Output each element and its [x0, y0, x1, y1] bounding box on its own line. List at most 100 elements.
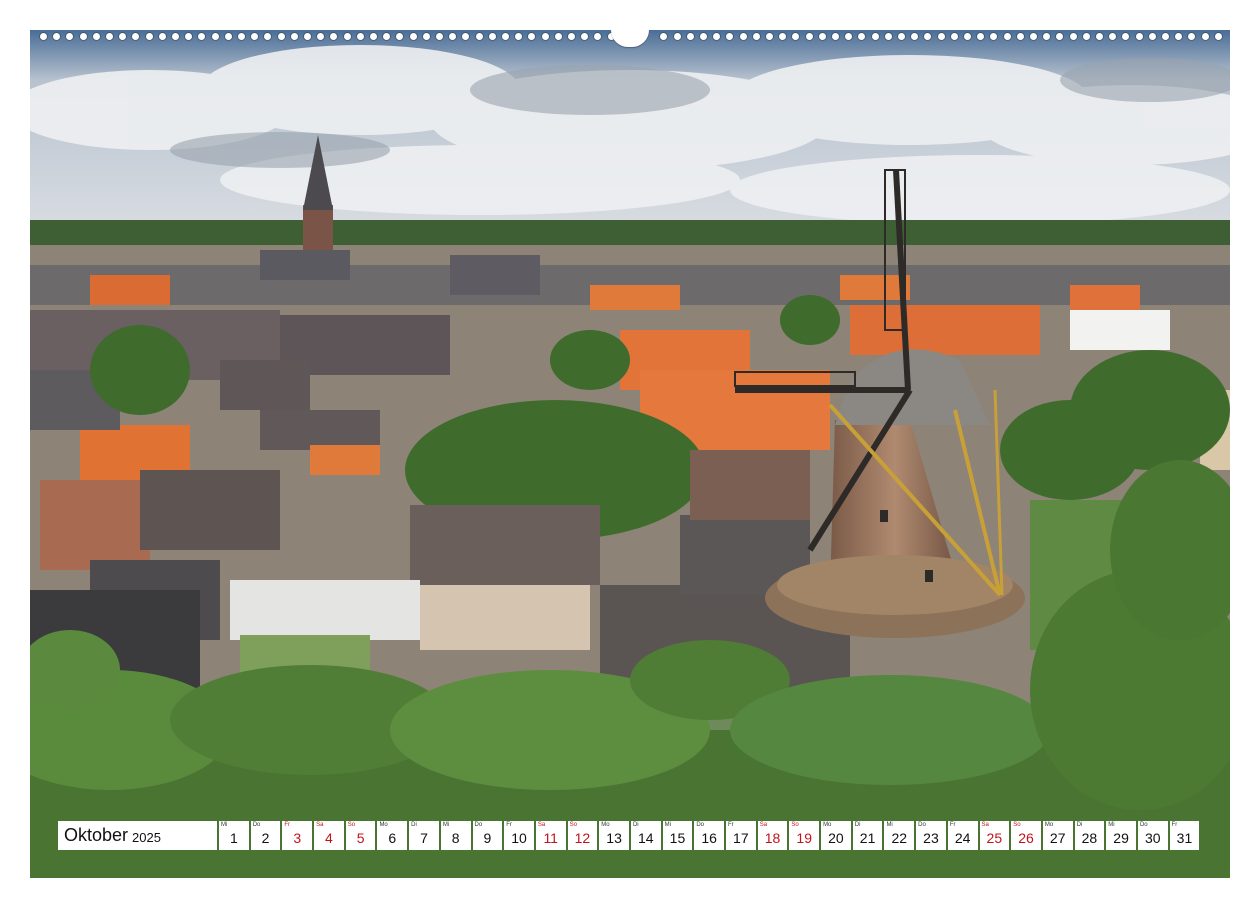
- binding-hole: [990, 33, 998, 40]
- day-cell: Di 28: [1074, 821, 1105, 850]
- binding-hole: [792, 33, 800, 40]
- binding-hole: [713, 33, 721, 40]
- binding-hole: [568, 33, 575, 40]
- weekday-label: So: [791, 822, 799, 828]
- weekday-label: Sa: [316, 822, 324, 828]
- binding-hole: [79, 33, 87, 40]
- binding-hole: [924, 33, 932, 40]
- day-cell: Fr 24: [947, 821, 978, 850]
- weekday-label: Do: [1139, 822, 1148, 828]
- day-cell: Sa 11: [535, 821, 566, 850]
- day-number: 22: [891, 830, 908, 846]
- weekday-label: Fr: [506, 822, 512, 828]
- binding-hole: [462, 33, 470, 40]
- binding-hole: [304, 33, 311, 40]
- binding-hole: [132, 33, 140, 40]
- binding-hole: [383, 33, 391, 40]
- day-number: 23: [923, 830, 939, 846]
- binding-hole: [422, 33, 430, 40]
- day-number: 14: [637, 830, 654, 846]
- day-cell: So 26: [1011, 821, 1041, 850]
- binding-hole: [515, 33, 523, 40]
- weekday-label: Fr: [1171, 822, 1178, 828]
- day-cell: Sa 4: [314, 821, 344, 850]
- month-name: Oktober: [64, 825, 129, 845]
- weekday-label: Sa: [537, 822, 546, 828]
- day-cell: Mi 1: [219, 821, 249, 850]
- binding-hole: [1109, 33, 1117, 40]
- weekday-label: Di: [632, 822, 639, 828]
- day-cell: Mo 13: [599, 821, 629, 850]
- binding-hole: [475, 33, 483, 40]
- day-number: 25: [986, 830, 1003, 846]
- weekday-label: Mi: [221, 822, 228, 828]
- binding-hole: [1214, 33, 1222, 40]
- day-number: 30: [1144, 830, 1161, 846]
- day-number: 17: [733, 830, 749, 846]
- binding-hole: [449, 33, 457, 40]
- weekday-label: Do: [252, 822, 261, 828]
- town-windmill-photo: [30, 30, 1230, 878]
- binding-hole: [1201, 33, 1209, 40]
- day-number: 1: [229, 830, 238, 846]
- weekday-label: Mi: [664, 822, 671, 828]
- weekday-label: So: [569, 822, 577, 828]
- binding-hole: [739, 33, 747, 40]
- day-number: 29: [1113, 830, 1129, 846]
- binding-hole: [119, 33, 127, 40]
- binding-hole: [370, 33, 377, 40]
- binding-hole: [832, 33, 839, 40]
- day-cell: Mo 20: [821, 821, 851, 850]
- day-cell: Sa 25: [979, 821, 1010, 850]
- day-number: 26: [1018, 830, 1034, 846]
- day-cell: Di 7: [409, 821, 439, 850]
- binding-hole: [871, 33, 879, 40]
- weekday-label: Mi: [1108, 822, 1115, 828]
- binding-hole: [554, 33, 562, 40]
- day-cell: Do 9: [472, 821, 503, 850]
- binding-hole: [937, 33, 945, 40]
- landscape-illustration: [30, 30, 1230, 878]
- weekday-label: Sa: [981, 822, 989, 828]
- binding-hole: [53, 33, 61, 40]
- binding-hole: [858, 33, 866, 40]
- day-cell: Mi 15: [662, 821, 693, 850]
- binding-hole: [436, 33, 443, 40]
- binding-hole: [92, 33, 100, 40]
- binding-hole: [818, 33, 826, 40]
- binding-hole: [1162, 33, 1169, 40]
- day-number: 12: [574, 830, 591, 846]
- day-number: 19: [796, 830, 812, 846]
- weekday-label: Mo: [1044, 822, 1054, 828]
- day-number: 24: [954, 830, 971, 846]
- day-cell: So 12: [567, 821, 598, 850]
- day-number: 31: [1176, 830, 1193, 846]
- day-cell: Mi 29: [1106, 821, 1136, 850]
- day-cell: Fr 31: [1169, 821, 1200, 850]
- day-cell: Sa 18: [757, 821, 788, 850]
- binding-hole: [145, 33, 153, 40]
- binding-hole: [40, 33, 47, 40]
- binding-hole: [1096, 33, 1103, 40]
- binding-hole: [264, 33, 272, 40]
- day-cell: Do 23: [916, 821, 946, 850]
- binding-hole: [766, 33, 773, 40]
- weekday-label: Do: [918, 822, 926, 828]
- day-number: 6: [388, 830, 397, 846]
- month-year: 2025: [132, 829, 161, 845]
- binding-hole: [1082, 33, 1090, 40]
- binding-hole: [686, 33, 694, 40]
- day-cell: Di 14: [630, 821, 661, 850]
- month-calendar-strip: Oktober 2025 Mi 1 Do 2 Fr 3 Sa 4 So 5 Mo 6 Di 7 Mi 8 Do 9…: [58, 821, 1200, 850]
- binding-hole: [343, 33, 351, 40]
- binding-hole: [1175, 33, 1183, 40]
- binding-hole: [1016, 33, 1024, 40]
- binding-hole: [911, 33, 919, 40]
- day-number: 21: [859, 830, 876, 846]
- day-number: 18: [764, 830, 781, 846]
- weekday-label: Do: [474, 822, 483, 828]
- binding-hole: [1135, 33, 1143, 40]
- weekday-label: So: [1013, 822, 1021, 828]
- day-cell: Di 21: [852, 821, 883, 850]
- day-cell: Fr 10: [504, 821, 534, 850]
